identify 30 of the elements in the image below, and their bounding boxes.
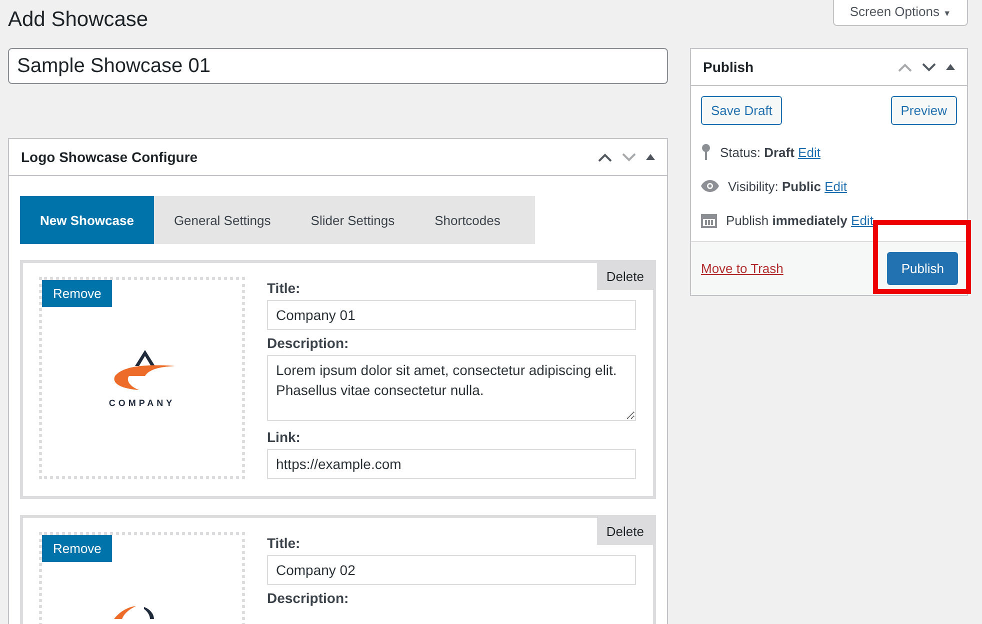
edit-link[interactable]: Edit [851, 212, 874, 228]
publish-info-text: Status: Draft Edit [720, 144, 820, 160]
edit-link[interactable]: Edit [798, 144, 820, 160]
preview-button[interactable]: Preview [890, 96, 957, 125]
tab[interactable]: New Showcase [20, 196, 154, 244]
save-draft-button[interactable]: Save Draft [701, 96, 782, 125]
panel-title: Publish [703, 59, 754, 75]
move-to-trash-link[interactable]: Move to Trash [701, 261, 784, 276]
field-label: Description: [267, 335, 350, 351]
field-label: Link: [267, 429, 302, 445]
publish-info-text: Publish immediately Edit [726, 212, 874, 228]
page-title: Add Showcase [8, 8, 148, 32]
field-label: Title: [267, 280, 302, 296]
delete-button[interactable]: Delete [597, 518, 653, 545]
publish-button[interactable]: Publish [887, 252, 958, 285]
link-input[interactable]: https://example.com [267, 449, 636, 479]
title-field[interactable]: Sample Showcase 01 [8, 48, 668, 84]
remove-button[interactable]: Remove [42, 535, 112, 562]
title-input[interactable]: Company 02 [267, 555, 636, 585]
panel-title: Logo Showcase Configure [21, 149, 198, 165]
logo-text: COMPANY [108, 398, 176, 408]
screen-options-button[interactable]: Screen Options ▼ [832, 0, 968, 26]
title-input[interactable]: Company 01 [267, 300, 636, 330]
delete-button[interactable]: Delete [597, 263, 653, 290]
remove-button[interactable]: Remove [42, 280, 112, 307]
description-field[interactable]: Lorem ipsum dolor sit amet, consectetur adipiscing elit. Phasellus vitae consectetur nulla. [267, 355, 636, 421]
field-label: Title: [267, 535, 302, 551]
edit-link[interactable]: Edit [824, 178, 847, 194]
publish-info-text: Visibility: Public Edit [728, 178, 847, 194]
field-label: Description: [267, 590, 350, 606]
